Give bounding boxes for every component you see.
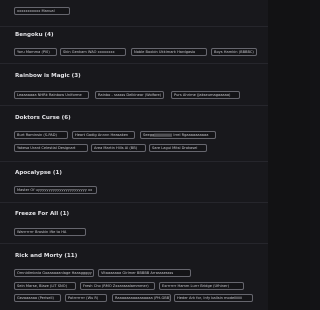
tag-chip[interactable]: Sare Lagui Mitsl Drokasel	[149, 144, 207, 152]
tag-chip[interactable]: Potrrrrrrrr (Wu R)	[65, 294, 107, 302]
section-title: Bengoku (4)	[15, 32, 54, 38]
tag-chip[interactable]: Exrrrrrrr Hamm Lurrr Bridge (Ufhiner)	[159, 282, 244, 290]
tag-chip[interactable]: Sein Marse, Blaze (LIT SNO)	[14, 282, 76, 290]
tag-chip[interactable]: Noble Boxbin Ukkimark Hardgasio	[131, 48, 207, 56]
tag-chip[interactable]: Raaaaaaaaaaaaaaaa (PH-GBB)	[112, 294, 171, 302]
section-title: Freeze For All (1)	[15, 211, 70, 217]
section-title: Rainbow is Magic (3)	[15, 73, 81, 79]
right-rail	[268, 0, 310, 310]
tag-browser-page: xxxxxxxxxxx Manual Bengoku (4) Yoru Mamm…	[0, 0, 310, 310]
tag-chip[interactable]: Boys Hamkin (BBBBC)	[211, 48, 257, 56]
tag-chip[interactable]: Fresh Cho (RMO Zxxaraaalammmer)	[80, 282, 155, 290]
section-title: Apocalypse (1)	[15, 170, 62, 176]
tag-chip[interactable]: Heart Gadig Annnn Heasaken	[72, 131, 135, 139]
tag-chip[interactable]: Omnidimbnia Goaaaaaanlage Haasggggy	[14, 269, 94, 277]
tag-chip[interactable]: Heder Ark for, Infy ballsin modelliiiiii	[174, 294, 253, 302]
tag-chip[interactable]: Skin Genkam WAO xxxxxxxx	[60, 48, 126, 56]
tag-chip[interactable]: Yoru Mamma (Pl0)	[14, 48, 57, 56]
tag-chip[interactable]: Leaaaaaaa NHRk Rainbow Uniforme	[14, 91, 89, 99]
tag-chip[interactable]: Purs Ahrime (Jakseumagaaaaa)	[171, 91, 240, 99]
tag-chip[interactable]: Yakesa Urant Celestial Designart	[14, 144, 88, 152]
tag-chip[interactable]: Burt Rominsin (S-PAD)	[14, 131, 68, 139]
top-tag-chip[interactable]: xxxxxxxxxxx Manual	[14, 7, 70, 15]
section-title: Rick and Morty (11)	[15, 253, 78, 259]
tag-chip[interactable]: Seeggjjjjjjjjjjjjjjjjjj Irrel Rgaaaaaaaa…	[140, 131, 216, 139]
tag-chip[interactable]: Area Martin Hills Al (BB)	[91, 144, 146, 152]
section-apocalypse	[0, 162, 268, 202]
section-title: Doktors Curse (6)	[15, 115, 71, 121]
tag-chip[interactable]: Master Of uyyyyyyyyyyyyyyyyyyyyyyy xx	[14, 186, 97, 194]
tag-chip[interactable]: Warrrrrrrr Broskin ifte ta HA	[14, 228, 86, 236]
section-freeze	[0, 203, 268, 243]
tag-chip[interactable]: Rainbo - ssssss Delkinear (Wolfare)	[95, 91, 164, 99]
tag-chip[interactable]: Vitaaaaaaa Girlmer BBBBB Arrasssessss	[98, 269, 191, 277]
tag-chip[interactable]: Gezaaaaaa (Perisell)	[14, 294, 61, 302]
